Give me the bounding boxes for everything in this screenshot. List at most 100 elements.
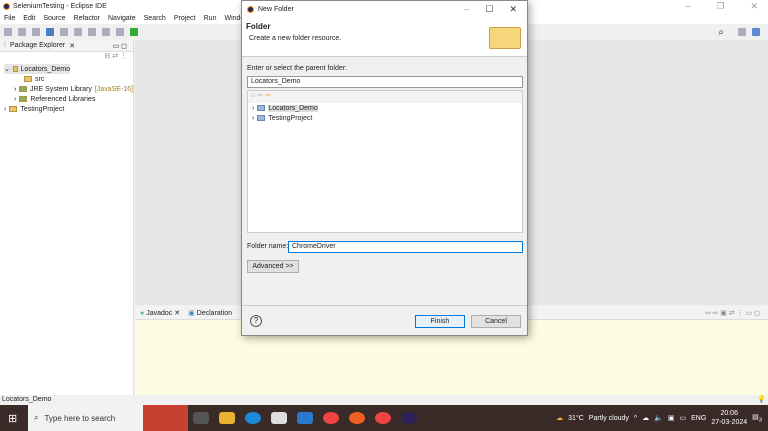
folder-name-input[interactable]: ChromeDriver bbox=[288, 241, 523, 253]
view-controls[interactable]: ⇦ ⇨ ▣ ⇄ ⋮ ▭ ◻ bbox=[705, 309, 760, 317]
meet-icon[interactable]: ▣ bbox=[668, 414, 675, 422]
tree-label: Referenced Libraries bbox=[30, 95, 96, 103]
tree-item-locators-demo[interactable]: › Locators_Demo bbox=[248, 103, 522, 113]
package-explorer-title: Package Explorer bbox=[9, 42, 66, 49]
windows-start-icon[interactable]: ⊞ bbox=[8, 412, 17, 425]
tree-item-referenced-libraries[interactable]: › Referenced Libraries bbox=[4, 94, 133, 104]
dialog-title: New Folder bbox=[258, 5, 294, 13]
advanced-button[interactable]: Advanced >> bbox=[247, 260, 299, 273]
help-icon[interactable]: ? bbox=[250, 315, 262, 327]
terminal-icon[interactable] bbox=[46, 28, 54, 36]
close-icon[interactable]: ✕ bbox=[509, 4, 517, 15]
network-icon[interactable]: ☁ bbox=[642, 414, 649, 422]
clock[interactable]: 20:06 27-03-2024 bbox=[711, 409, 747, 427]
close-icon[interactable]: ✕ bbox=[750, 1, 758, 12]
link-editor-icon[interactable]: ⇄ bbox=[112, 53, 118, 60]
tree-label: TestingProject bbox=[20, 105, 65, 113]
dialog-header: Folder Create a new folder resource. bbox=[242, 17, 527, 57]
step-icon[interactable] bbox=[116, 28, 124, 36]
cancel-button[interactable]: Cancel bbox=[471, 315, 521, 328]
firefox-icon[interactable] bbox=[349, 412, 365, 424]
new-icon[interactable] bbox=[4, 28, 12, 36]
parent-folder-tree: ⌂ ⇦ ⇨ › Locators_Demo › TestingProject bbox=[247, 90, 523, 233]
tray-chevron-icon[interactable]: ^ bbox=[634, 415, 637, 422]
dialog-title-bar: New Folder – ☐ ✕ bbox=[242, 1, 527, 17]
tab-javadoc[interactable]: ● Javadoc ✕ bbox=[140, 309, 180, 317]
lightbulb-icon[interactable]: 💡 bbox=[757, 395, 766, 403]
menu-project[interactable]: Project bbox=[174, 15, 196, 22]
tree-item-locators-demo[interactable]: ⌄ Locators_Demo bbox=[4, 64, 70, 74]
store-icon[interactable] bbox=[271, 412, 287, 424]
parent-folder-label: Enter or select the parent folder: bbox=[247, 65, 347, 72]
save-all-icon[interactable] bbox=[32, 28, 40, 36]
maximize-icon[interactable]: ☐ bbox=[485, 4, 493, 15]
save-icon[interactable] bbox=[18, 28, 26, 36]
folder-wizard-icon bbox=[489, 27, 521, 49]
parent-folder-input[interactable]: Locators_Demo bbox=[247, 76, 523, 88]
battery-icon[interactable]: ▭ bbox=[680, 414, 687, 422]
menu-source[interactable]: Source bbox=[43, 15, 65, 22]
date: 27-03-2024 bbox=[711, 419, 748, 426]
weather-icon: ☁ bbox=[556, 415, 564, 422]
suspend-icon[interactable] bbox=[88, 28, 96, 36]
weather-temp[interactable]: 31°C bbox=[568, 415, 584, 422]
project-icon bbox=[257, 115, 266, 121]
weather-desc[interactable]: Partly cloudy bbox=[589, 415, 629, 422]
forward-icon[interactable]: ⇨ bbox=[265, 92, 271, 99]
chrome-profile-icon[interactable] bbox=[375, 412, 391, 424]
terminate-icon[interactable] bbox=[102, 28, 110, 36]
tree-item-testingproject[interactable]: › TestingProject bbox=[248, 113, 522, 123]
tab-declaration[interactable]: ▣ Declaration bbox=[188, 309, 232, 317]
close-tab-icon[interactable]: ✕ bbox=[174, 310, 180, 317]
window-title: SeleniumTesting - Eclipse IDE bbox=[13, 2, 107, 10]
collapse-all-icon[interactable]: ⊟ bbox=[104, 53, 110, 60]
volume-icon[interactable]: 🔈 bbox=[654, 414, 663, 422]
open-perspective-icon[interactable] bbox=[738, 28, 746, 36]
notifications-icon[interactable]: ▤3 bbox=[752, 413, 762, 423]
resume-icon[interactable] bbox=[74, 28, 82, 36]
tree-item-jre[interactable]: › JRE System Library [JavaSE-16] bbox=[4, 84, 133, 94]
taskbar-search[interactable]: ⌕ Type here to search bbox=[28, 405, 143, 431]
edge-icon[interactable] bbox=[245, 412, 261, 424]
menu-edit[interactable]: Edit bbox=[23, 15, 35, 22]
package-explorer-tab[interactable]: ⁞ Package Explorer ✕ ▭ ◻ bbox=[0, 40, 133, 52]
java-perspective-icon[interactable] bbox=[752, 28, 760, 36]
eclipse-icon bbox=[3, 2, 10, 10]
chrome-icon[interactable] bbox=[323, 412, 339, 424]
tree-label: src bbox=[35, 75, 45, 83]
close-tab-icon[interactable]: ✕ bbox=[69, 42, 75, 50]
package-icon: ⁞ bbox=[4, 42, 6, 49]
language-indicator[interactable]: ENG bbox=[691, 415, 706, 422]
finish-button[interactable]: Finish bbox=[415, 315, 465, 328]
minimize-view-icon[interactable]: ▭ ◻ bbox=[113, 42, 127, 50]
back-icon[interactable]: ⇦ bbox=[257, 92, 263, 99]
minimize-icon[interactable]: – bbox=[685, 1, 690, 12]
mail-icon[interactable] bbox=[297, 412, 313, 424]
menu-file[interactable]: File bbox=[4, 15, 15, 22]
menu-navigate[interactable]: Navigate bbox=[108, 15, 136, 22]
menu-search[interactable]: Search bbox=[144, 15, 166, 22]
tree-item-testingproject[interactable]: › TestingProject bbox=[4, 104, 133, 114]
menu-refactor[interactable]: Refactor bbox=[74, 15, 100, 22]
file-explorer-icon[interactable] bbox=[219, 412, 235, 424]
tree-label-suffix: [JavaSE-16] bbox=[94, 85, 133, 93]
menu-run[interactable]: Run bbox=[204, 15, 217, 22]
minimize-icon[interactable]: – bbox=[464, 4, 469, 15]
dialog-heading: Folder bbox=[246, 22, 271, 31]
eclipse-taskbar-icon[interactable] bbox=[401, 412, 417, 424]
run-icon[interactable] bbox=[130, 28, 138, 36]
tree-label: Locators_Demo bbox=[268, 104, 318, 112]
search-icon: ⌕ bbox=[34, 413, 39, 422]
search-icon[interactable]: ⌕ bbox=[718, 27, 724, 38]
skip-breakpoints-icon[interactable] bbox=[60, 28, 68, 36]
tree-item-src[interactable]: src bbox=[4, 74, 133, 84]
library-icon bbox=[19, 96, 28, 102]
home-icon[interactable]: ⌂ bbox=[251, 92, 255, 99]
tab-label: Declaration bbox=[196, 309, 233, 317]
task-view-icon[interactable] bbox=[193, 412, 209, 424]
search-highlight-image bbox=[143, 405, 188, 431]
restore-icon[interactable]: ❐ bbox=[716, 1, 724, 12]
view-menu-icon[interactable]: ⋮ bbox=[120, 53, 127, 60]
src-folder-icon bbox=[24, 76, 32, 82]
new-folder-dialog: New Folder – ☐ ✕ Folder Create a new fol… bbox=[241, 0, 528, 336]
